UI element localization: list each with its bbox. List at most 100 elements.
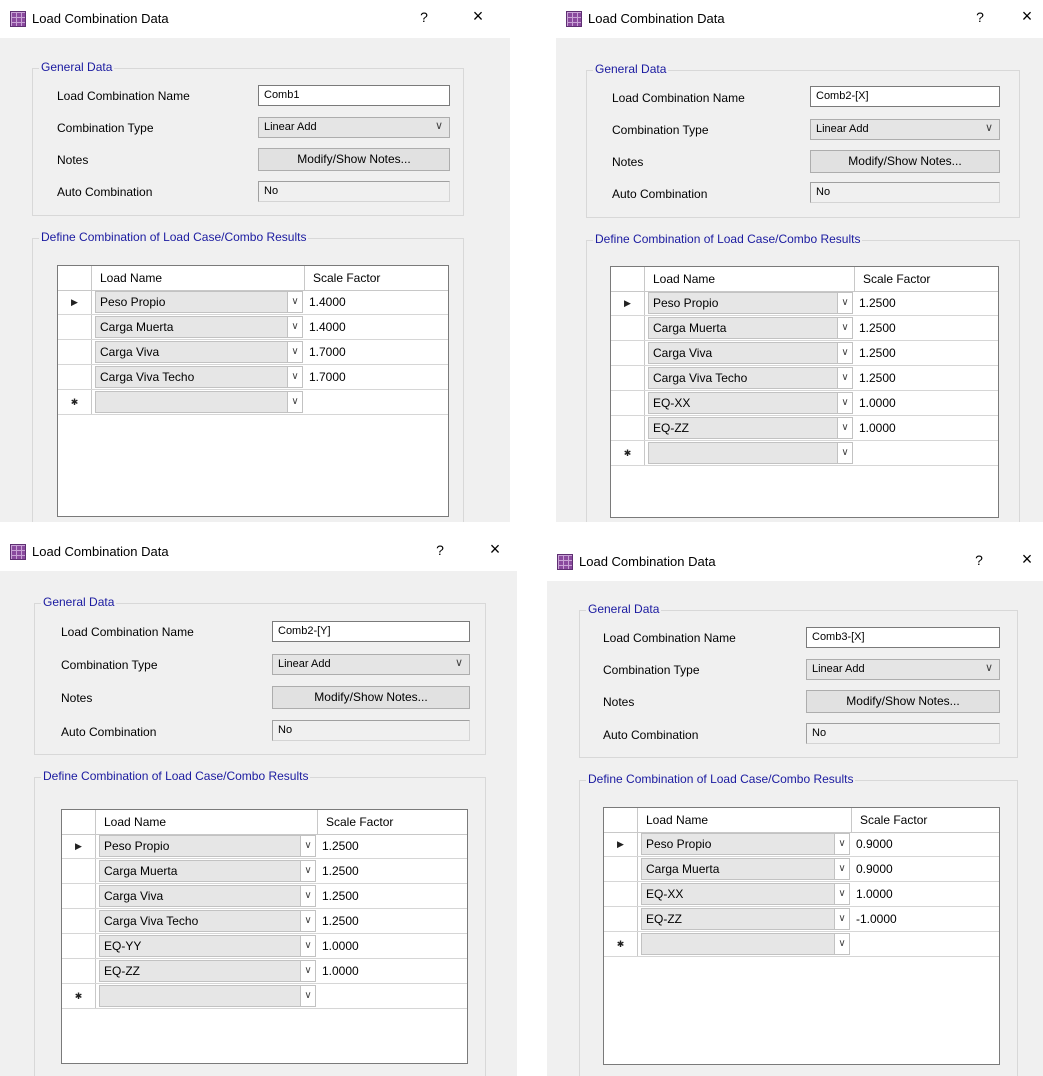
scale-factor-cell[interactable]: 1.0000: [318, 934, 359, 958]
table-row[interactable]: ▶ Peso Propio ∨ 1.2500: [62, 834, 467, 859]
chevron-down-icon[interactable]: ∨: [837, 392, 853, 414]
combination-name-input[interactable]: Comb2-[X]: [810, 86, 1000, 107]
combination-type-select[interactable]: Linear Add ∨: [272, 654, 470, 675]
table-row[interactable]: Carga Muerta ∨ 0.9000: [604, 857, 999, 882]
load-combination-grid[interactable]: Load Name Scale Factor ▶ Peso Propio ∨ 0…: [603, 807, 1000, 1065]
modify-show-notes-button[interactable]: Modify/Show Notes...: [810, 150, 1000, 173]
load-name-select[interactable]: EQ-ZZ: [641, 908, 835, 930]
load-name-select[interactable]: EQ-XX: [648, 392, 838, 414]
load-combination-grid[interactable]: Load Name Scale Factor ▶ Peso Propio ∨ 1…: [61, 809, 468, 1064]
chevron-down-icon[interactable]: ∨: [837, 367, 853, 389]
chevron-down-icon[interactable]: ∨: [287, 391, 303, 413]
load-name-select[interactable]: Peso Propio: [648, 292, 838, 314]
load-name-select[interactable]: Carga Viva: [648, 342, 838, 364]
load-name-select[interactable]: Carga Muerta: [95, 316, 288, 338]
help-button[interactable]: ?: [970, 9, 990, 25]
modify-show-notes-button[interactable]: Modify/Show Notes...: [258, 148, 450, 171]
chevron-down-icon[interactable]: ∨: [834, 883, 850, 905]
table-row[interactable]: ▶ Peso Propio ∨ 1.4000: [58, 290, 448, 315]
scale-factor-cell[interactable]: 1.2500: [318, 834, 359, 858]
scale-factor-cell[interactable]: 1.0000: [852, 882, 893, 906]
modify-show-notes-button[interactable]: Modify/Show Notes...: [806, 690, 1000, 713]
load-name-select[interactable]: EQ-YY: [99, 935, 301, 957]
load-name-select[interactable]: EQ-XX: [641, 883, 835, 905]
table-row[interactable]: ▶ Peso Propio ∨ 0.9000: [604, 832, 999, 857]
chevron-down-icon[interactable]: ∨: [287, 366, 303, 388]
load-name-select[interactable]: Carga Viva: [95, 341, 288, 363]
table-row[interactable]: Carga Muerta ∨ 1.2500: [62, 859, 467, 884]
table-row[interactable]: Carga Viva Techo ∨ 1.2500: [62, 909, 467, 934]
chevron-down-icon[interactable]: ∨: [300, 835, 316, 857]
combination-type-select[interactable]: Linear Add ∨: [810, 119, 1000, 140]
close-icon[interactable]: ×: [466, 6, 490, 27]
scale-factor-cell[interactable]: 0.9000: [852, 832, 893, 856]
chevron-down-icon[interactable]: ∨: [834, 833, 850, 855]
scale-factor-cell[interactable]: 0.9000: [852, 857, 893, 881]
close-icon[interactable]: ×: [1015, 6, 1039, 27]
load-name-select[interactable]: Carga Muerta: [648, 317, 838, 339]
new-row[interactable]: ✱ ∨: [611, 441, 998, 466]
help-button[interactable]: ?: [414, 9, 434, 25]
combination-type-select[interactable]: Linear Add ∨: [258, 117, 450, 138]
combination-type-select[interactable]: Linear Add ∨: [806, 659, 1000, 680]
modify-show-notes-button[interactable]: Modify/Show Notes...: [272, 686, 470, 709]
combination-name-input[interactable]: Comb1: [258, 85, 450, 106]
help-button[interactable]: ?: [430, 542, 450, 558]
table-row[interactable]: ▶ Peso Propio ∨ 1.2500: [611, 291, 998, 316]
table-row[interactable]: Carga Muerta ∨ 1.4000: [58, 315, 448, 340]
load-name-select[interactable]: Peso Propio: [99, 835, 301, 857]
scale-factor-cell[interactable]: 1.4000: [305, 315, 346, 339]
scale-factor-cell[interactable]: 1.0000: [855, 391, 896, 415]
help-button[interactable]: ?: [969, 552, 989, 568]
table-row[interactable]: EQ-ZZ ∨ 1.0000: [62, 959, 467, 984]
load-name-select[interactable]: Carga Muerta: [99, 860, 301, 882]
table-row[interactable]: EQ-ZZ ∨ -1.0000: [604, 907, 999, 932]
table-row[interactable]: EQ-XX ∨ 1.0000: [611, 391, 998, 416]
chevron-down-icon[interactable]: ∨: [837, 317, 853, 339]
chevron-down-icon[interactable]: ∨: [287, 291, 303, 313]
scale-factor-cell[interactable]: 1.2500: [855, 291, 896, 315]
chevron-down-icon[interactable]: ∨: [837, 342, 853, 364]
chevron-down-icon[interactable]: ∨: [287, 341, 303, 363]
table-row[interactable]: Carga Viva ∨ 1.7000: [58, 340, 448, 365]
chevron-down-icon[interactable]: ∨: [300, 910, 316, 932]
chevron-down-icon[interactable]: ∨: [300, 885, 316, 907]
load-name-select[interactable]: EQ-ZZ: [99, 960, 301, 982]
combination-name-input[interactable]: Comb3-[X]: [806, 627, 1000, 648]
chevron-down-icon[interactable]: ∨: [837, 292, 853, 314]
new-row[interactable]: ✱ ∨: [604, 932, 999, 957]
load-name-select[interactable]: EQ-ZZ: [648, 417, 838, 439]
chevron-down-icon[interactable]: ∨: [837, 417, 853, 439]
load-name-select[interactable]: Carga Viva Techo: [95, 366, 288, 388]
chevron-down-icon[interactable]: ∨: [300, 960, 316, 982]
chevron-down-icon[interactable]: ∨: [287, 316, 303, 338]
load-name-select[interactable]: Carga Viva: [99, 885, 301, 907]
new-row[interactable]: ✱ ∨: [58, 390, 448, 415]
load-name-select[interactable]: Peso Propio: [95, 291, 288, 313]
chevron-down-icon[interactable]: ∨: [834, 933, 850, 955]
table-row[interactable]: EQ-YY ∨ 1.0000: [62, 934, 467, 959]
table-row[interactable]: Carga Viva Techo ∨ 1.2500: [611, 366, 998, 391]
table-row[interactable]: Carga Viva ∨ 1.2500: [62, 884, 467, 909]
combination-name-input[interactable]: Comb2-[Y]: [272, 621, 470, 642]
chevron-down-icon[interactable]: ∨: [300, 935, 316, 957]
scale-factor-cell[interactable]: -1.0000: [852, 907, 897, 931]
table-row[interactable]: EQ-ZZ ∨ 1.0000: [611, 416, 998, 441]
scale-factor-cell[interactable]: 1.2500: [318, 859, 359, 883]
new-row[interactable]: ✱ ∨: [62, 984, 467, 1009]
table-row[interactable]: EQ-XX ∨ 1.0000: [604, 882, 999, 907]
load-name-select[interactable]: [99, 985, 301, 1007]
load-name-select[interactable]: Peso Propio: [641, 833, 835, 855]
table-row[interactable]: Carga Viva Techo ∨ 1.7000: [58, 365, 448, 390]
load-name-select[interactable]: Carga Viva Techo: [648, 367, 838, 389]
chevron-down-icon[interactable]: ∨: [837, 442, 853, 464]
scale-factor-cell[interactable]: 1.2500: [855, 316, 896, 340]
scale-factor-cell[interactable]: 1.0000: [855, 416, 896, 440]
chevron-down-icon[interactable]: ∨: [834, 858, 850, 880]
table-row[interactable]: Carga Muerta ∨ 1.2500: [611, 316, 998, 341]
scale-factor-cell[interactable]: 1.2500: [855, 341, 896, 365]
scale-factor-cell[interactable]: 1.2500: [318, 884, 359, 908]
table-row[interactable]: Carga Viva ∨ 1.2500: [611, 341, 998, 366]
load-combination-grid[interactable]: Load Name Scale Factor ▶ Peso Propio ∨ 1…: [610, 266, 999, 518]
chevron-down-icon[interactable]: ∨: [300, 985, 316, 1007]
